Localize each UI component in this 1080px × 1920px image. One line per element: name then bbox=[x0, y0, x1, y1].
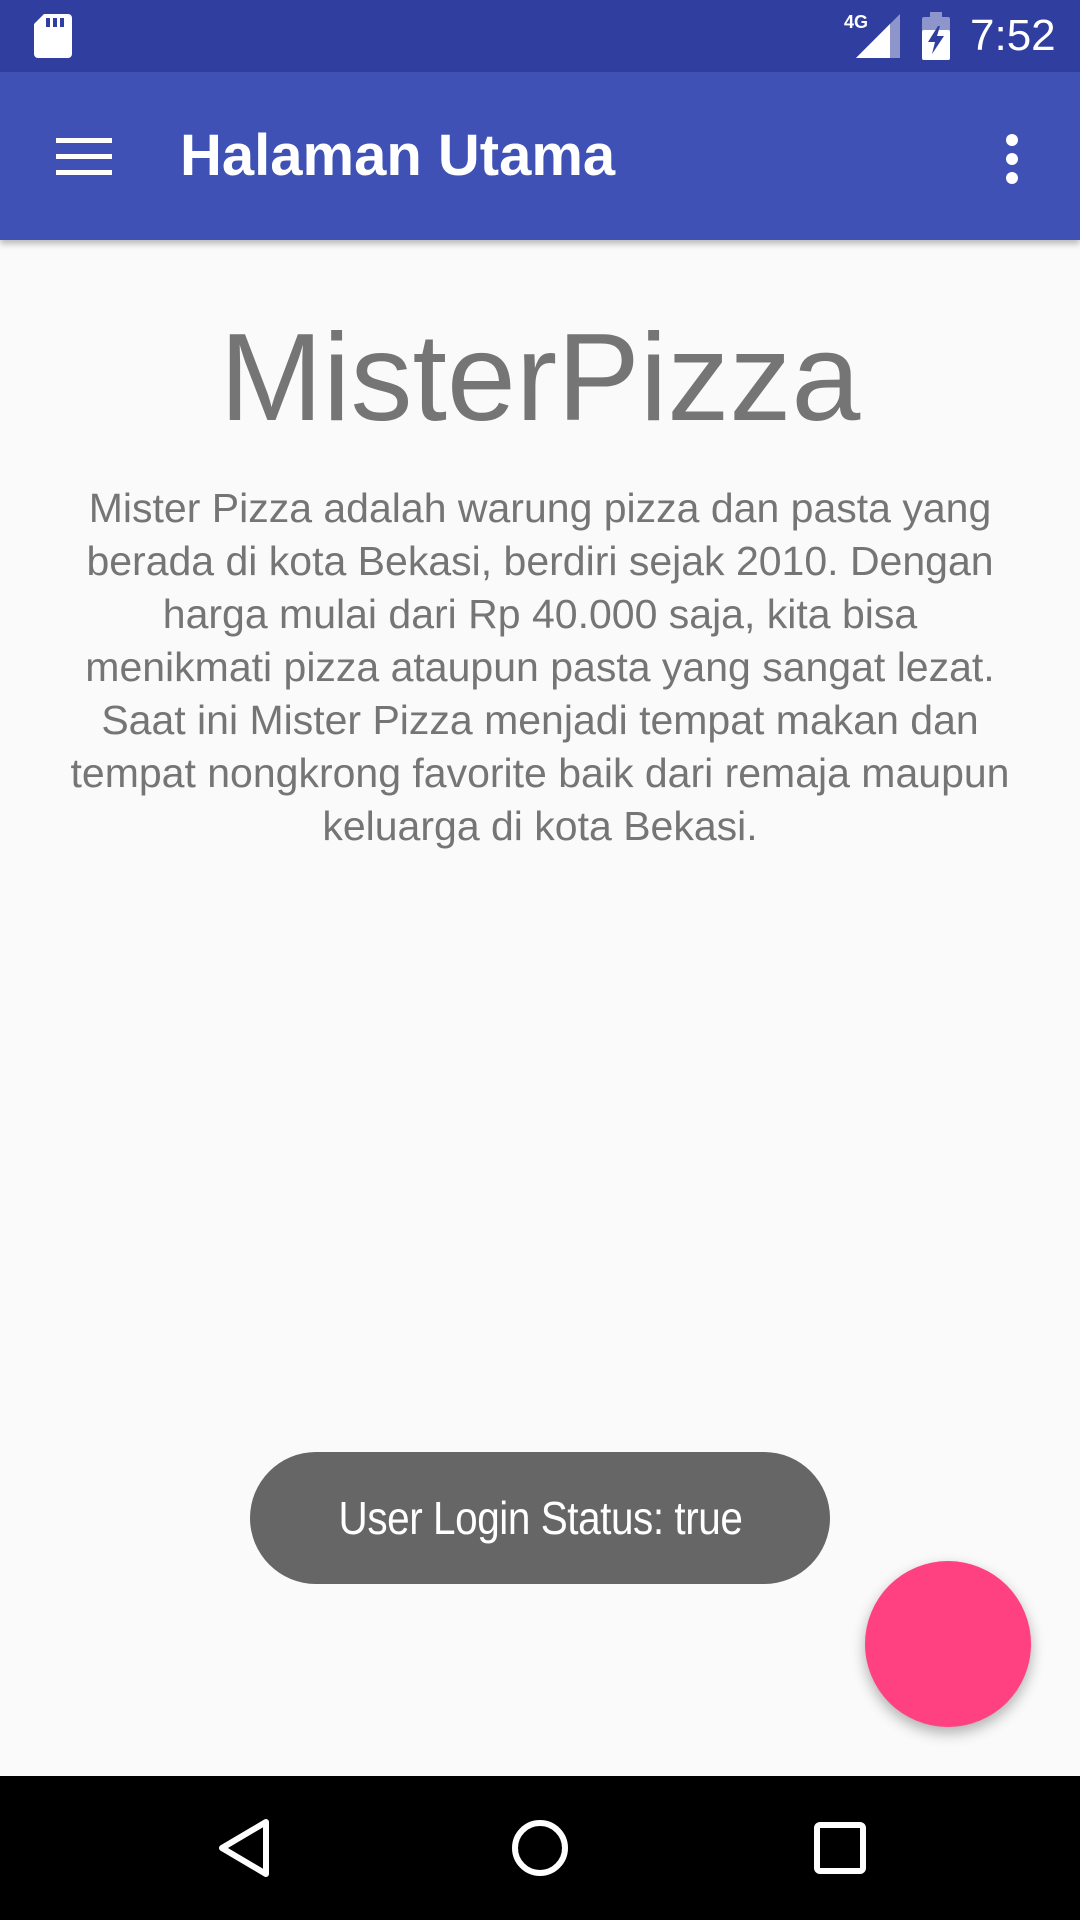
battery-charging-icon bbox=[922, 12, 950, 60]
more-vert-icon bbox=[1006, 134, 1018, 184]
screen: 4G 7:52 Halaman Utama MisterPizza Mister… bbox=[0, 0, 1080, 1920]
network-type-label: 4G bbox=[844, 12, 868, 32]
sd-card-icon bbox=[34, 14, 72, 58]
status-bar: 4G 7:52 bbox=[0, 0, 1080, 72]
floating-action-button[interactable] bbox=[865, 1561, 1031, 1727]
signal-icon: 4G bbox=[844, 12, 900, 58]
status-time: 7:52 bbox=[970, 11, 1056, 60]
overflow-menu-button[interactable] bbox=[980, 114, 1050, 198]
brand-title: MisterPizza bbox=[219, 309, 861, 447]
home-icon[interactable] bbox=[505, 1808, 575, 1888]
menu-button[interactable] bbox=[40, 114, 128, 198]
page-title: Halaman Utama bbox=[180, 123, 616, 188]
navigation-bar bbox=[0, 1776, 1080, 1920]
recents-icon[interactable] bbox=[800, 1808, 880, 1888]
hamburger-menu-icon bbox=[56, 138, 112, 175]
app-bar: Halaman Utama bbox=[0, 72, 1080, 240]
description-text: Mister Pizza adalah warung pizza dan pas… bbox=[70, 485, 1010, 849]
toast: User Login Status: true bbox=[250, 1452, 830, 1584]
back-icon[interactable] bbox=[210, 1808, 280, 1888]
toast-message: User Login Status: true bbox=[338, 1492, 742, 1544]
